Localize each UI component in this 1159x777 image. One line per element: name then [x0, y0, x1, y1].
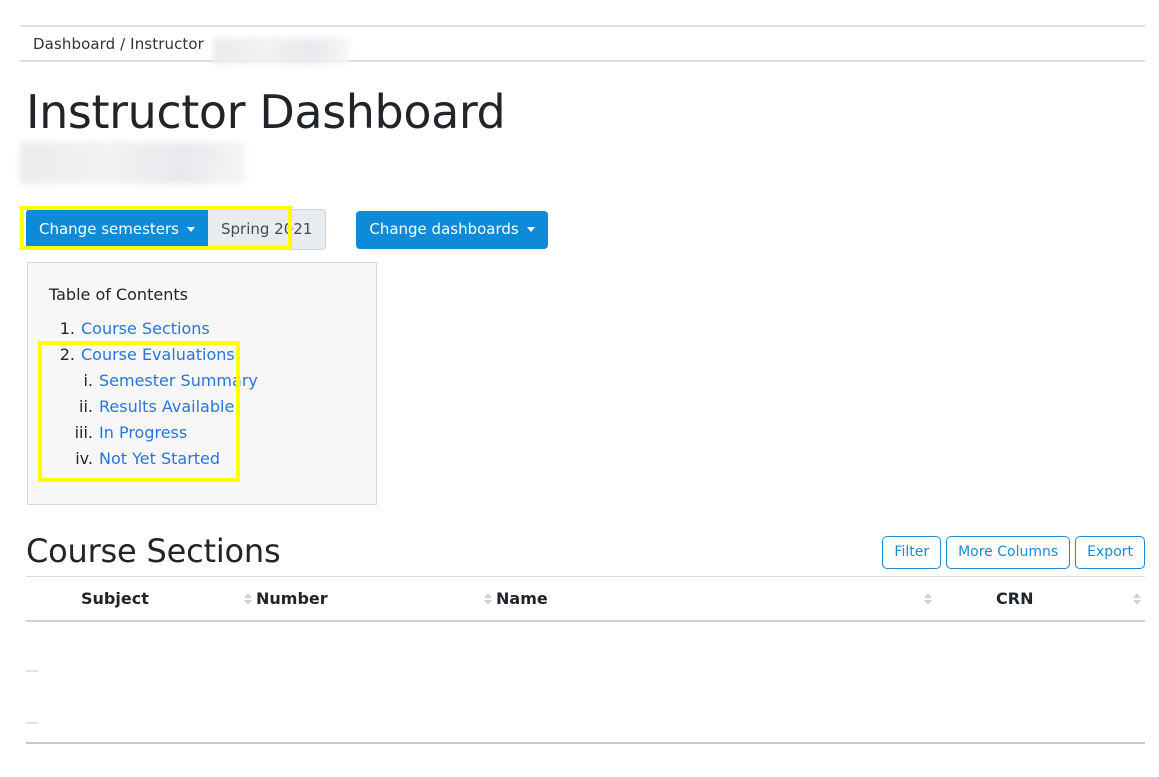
column-header-subject-label: Subject	[81, 589, 149, 608]
change-dashboards-button[interactable]: Change dashboards	[356, 210, 548, 249]
column-header-number-label: Number	[256, 589, 328, 608]
toc-marker: iv.	[75, 449, 93, 468]
toc-link-in-progress[interactable]: In Progress	[99, 420, 187, 446]
chevron-down-icon	[526, 226, 535, 232]
toc-item-course-sections: 1. Course Sections	[49, 316, 376, 342]
breadcrumb-redacted-region	[213, 38, 348, 64]
more-columns-button[interactable]: More Columns	[946, 536, 1071, 569]
toc-item-course-evaluations: 2. Course Evaluations	[49, 342, 376, 368]
table-header-row: Subject Number Name CRN	[26, 577, 1145, 622]
table-of-contents-card: Table of Contents 1. Course Sections 2. …	[27, 262, 377, 505]
column-header-name-label: Name	[496, 589, 548, 608]
column-header-subject[interactable]: Subject	[26, 577, 256, 620]
sort-icon[interactable]	[484, 592, 492, 605]
page-title: Instructor Dashboard	[26, 85, 506, 139]
table-row[interactable]	[40, 682, 1132, 730]
table-body	[26, 622, 1145, 744]
column-header-crn[interactable]: CRN	[936, 577, 1145, 620]
toc-item-not-yet-started: iv. Not Yet Started	[49, 446, 376, 472]
toc-link-semester-summary[interactable]: Semester Summary	[99, 368, 258, 394]
instructor-dashboard-page: Dashboard / Instructor Instructor Dashbo…	[0, 0, 1159, 777]
breadcrumb-text[interactable]: Dashboard / Instructor	[33, 35, 204, 53]
dashboard-toolbar: Change semesters Spring 2021 Change dash…	[26, 209, 548, 250]
table-row[interactable]	[40, 630, 1132, 678]
column-header-number[interactable]: Number	[256, 577, 496, 620]
column-header-name[interactable]: Name	[496, 577, 936, 620]
current-semester-badge: Spring 2021	[208, 209, 327, 250]
breadcrumb: Dashboard / Instructor	[20, 25, 1145, 62]
course-sections-actions: Filter More Columns Export	[882, 536, 1145, 569]
subtitle-redacted-region	[20, 142, 246, 184]
toc-link-course-evaluations[interactable]: Course Evaluations	[81, 342, 235, 368]
toc-marker: i.	[83, 371, 93, 390]
toc-marker: 1.	[59, 319, 75, 338]
toc-marker: 2.	[59, 345, 75, 364]
toc-link-course-sections[interactable]: Course Sections	[81, 316, 210, 342]
toc-title: Table of Contents	[49, 285, 188, 304]
change-semesters-button[interactable]: Change semesters	[26, 209, 208, 250]
toc-link-results-available[interactable]: Results Available	[99, 394, 234, 420]
toc-item-semester-summary: i. Semester Summary	[49, 368, 376, 394]
row-divider	[26, 722, 38, 724]
export-button[interactable]: Export	[1075, 536, 1145, 569]
course-sections-header: Course Sections Filter More Columns Expo…	[26, 535, 1145, 577]
row-divider	[26, 670, 38, 672]
toc-marker: iii.	[74, 423, 93, 442]
change-semesters-group: Change semesters Spring 2021	[26, 209, 327, 250]
toc-item-results-available: ii. Results Available	[49, 394, 376, 420]
toc-item-in-progress: iii. In Progress	[49, 420, 376, 446]
filter-button[interactable]: Filter	[882, 536, 942, 569]
sort-icon[interactable]	[924, 592, 932, 605]
column-header-crn-label: CRN	[996, 589, 1034, 608]
chevron-down-icon	[187, 226, 195, 232]
change-dashboards-label: Change dashboards	[369, 219, 519, 238]
toc-list: 1. Course Sections 2. Course Evaluations…	[49, 316, 376, 472]
sort-icon[interactable]	[244, 592, 252, 605]
toc-marker: ii.	[79, 397, 93, 416]
course-sections-table: Subject Number Name CRN	[26, 577, 1145, 744]
toc-link-not-yet-started[interactable]: Not Yet Started	[99, 446, 220, 472]
change-semesters-label: Change semesters	[39, 219, 179, 238]
sort-icon[interactable]	[1133, 592, 1141, 605]
